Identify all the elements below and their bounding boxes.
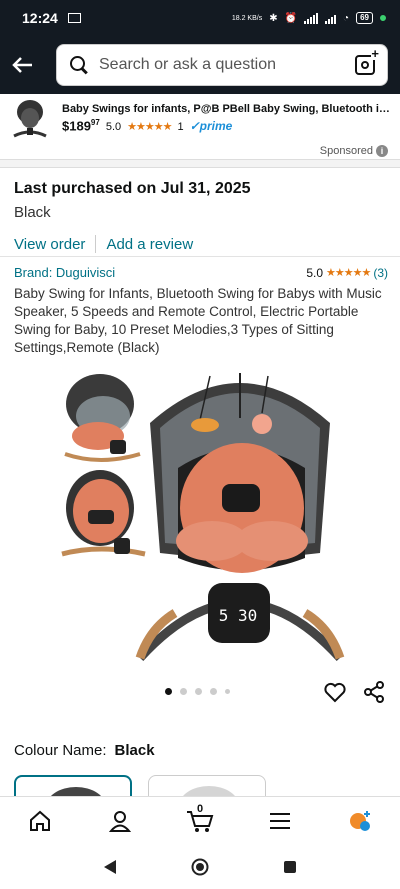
mail-icon bbox=[67, 13, 81, 23]
link-divider bbox=[95, 235, 97, 253]
privacy-dot-icon bbox=[380, 15, 386, 21]
search-icon bbox=[69, 55, 89, 75]
home-icon bbox=[30, 810, 50, 831]
sponsored-price: $18997 bbox=[62, 117, 100, 134]
system-recents-icon[interactable] bbox=[283, 860, 297, 874]
battery-icon: 69 bbox=[356, 12, 373, 24]
product-image: 5 30 bbox=[61, 373, 345, 662]
main-swing-image: 5 30 bbox=[135, 373, 345, 662]
carousel-dot[interactable] bbox=[210, 688, 217, 695]
cart-count: 0 bbox=[197, 802, 204, 815]
purchase-variant: Black bbox=[14, 204, 51, 221]
sponsored-thumbnail bbox=[6, 94, 54, 142]
colour-label: Colour Name: bbox=[14, 742, 107, 759]
search-input[interactable]: Search or ask a question bbox=[56, 44, 388, 86]
thumbnail-seat-icon bbox=[61, 470, 146, 557]
nav-home[interactable] bbox=[20, 801, 60, 841]
nav-account[interactable] bbox=[100, 801, 140, 841]
page: 12:24 18.2 KB/s ✱ ⏰ ◔ 69 Search or ask a… bbox=[0, 0, 400, 889]
nav-rufus[interactable] bbox=[340, 801, 380, 841]
last-purchased-title: Last purchased on Jul 31, 2025 bbox=[14, 180, 251, 197]
product-rating[interactable]: 5.0 ★★★★★ (3) bbox=[306, 266, 388, 280]
signal-icon bbox=[304, 12, 319, 24]
alarm-icon: ⏰ bbox=[284, 12, 298, 24]
product-title: Baby Swing for Infants, Bluetooth Swing … bbox=[14, 286, 382, 355]
sponsored-title: Baby Swings for infants, P@B PBell Baby … bbox=[62, 102, 392, 115]
system-home-icon[interactable] bbox=[191, 858, 209, 876]
rufus-assistant-icon bbox=[350, 810, 370, 831]
brand-link[interactable]: Brand: Duguivisci bbox=[14, 265, 115, 280]
share-icon[interactable] bbox=[362, 680, 386, 704]
nav-menu[interactable] bbox=[260, 801, 300, 841]
system-back-icon[interactable] bbox=[103, 859, 117, 875]
prime-badge: ✓prime bbox=[189, 119, 233, 134]
purchase-info: Last purchased on Jul 31, 2025 Black Vie… bbox=[14, 180, 386, 253]
info-icon[interactable]: i bbox=[376, 144, 388, 157]
section-divider bbox=[0, 160, 400, 168]
heart-icon[interactable] bbox=[323, 680, 347, 704]
account-icon bbox=[109, 810, 131, 832]
divider bbox=[0, 256, 400, 257]
sponsored-review-count: 1 bbox=[177, 121, 184, 134]
carousel-dot[interactable] bbox=[165, 688, 172, 695]
network-speed: 18.2 KB/s bbox=[231, 14, 263, 22]
brand-row: Brand: Duguivisci 5.0 ★★★★★ (3) bbox=[14, 265, 388, 280]
signal-icon-2 bbox=[325, 13, 337, 24]
colour-row: Colour Name: Black bbox=[14, 742, 155, 759]
bluetooth-icon: ✱ bbox=[269, 12, 278, 24]
swing-display: 5 30 bbox=[219, 606, 258, 625]
back-arrow-icon bbox=[12, 57, 32, 73]
search-placeholder: Search or ask a question bbox=[99, 56, 276, 73]
carousel-dot[interactable] bbox=[195, 688, 202, 695]
system-nav-bar bbox=[0, 844, 400, 889]
status-icons: 18.2 KB/s ✱ ⏰ ◔ 69 bbox=[232, 12, 386, 24]
thumbnail-canopy-icon bbox=[64, 374, 141, 462]
rating-value: 5.0 bbox=[306, 265, 324, 280]
wifi-icon: ◔ bbox=[343, 12, 350, 24]
rating-stars-icon: ★★★★★ bbox=[326, 267, 371, 279]
menu-icon bbox=[270, 812, 290, 829]
camera-search-icon[interactable] bbox=[355, 48, 379, 75]
sponsored-stars-icon: ★★★★★ bbox=[127, 121, 172, 134]
sponsored-label[interactable]: Sponsored i bbox=[0, 142, 400, 160]
product-image-gallery[interactable]: 5 30 bbox=[0, 358, 400, 678]
back-button[interactable] bbox=[0, 36, 44, 94]
status-bar: 12:24 18.2 KB/s ✱ ⏰ ◔ 69 bbox=[0, 0, 400, 36]
status-time: 12:24 bbox=[22, 10, 58, 26]
colour-value: Black bbox=[114, 742, 155, 759]
carousel-dot[interactable] bbox=[180, 688, 187, 695]
sponsored-rating: 5.0 bbox=[105, 121, 122, 134]
image-carousel-dots[interactable] bbox=[165, 688, 230, 695]
search-header: Search or ask a question bbox=[0, 36, 400, 94]
sponsored-banner[interactable]: Baby Swings for infants, P@B PBell Baby … bbox=[0, 94, 400, 142]
view-order-link[interactable]: View order bbox=[14, 236, 85, 253]
carousel-dot[interactable] bbox=[225, 689, 230, 694]
rating-count: (3) bbox=[373, 265, 388, 280]
bottom-nav: 0 bbox=[0, 796, 400, 844]
nav-cart[interactable]: 0 bbox=[180, 801, 220, 841]
add-review-link[interactable]: Add a review bbox=[106, 236, 193, 253]
